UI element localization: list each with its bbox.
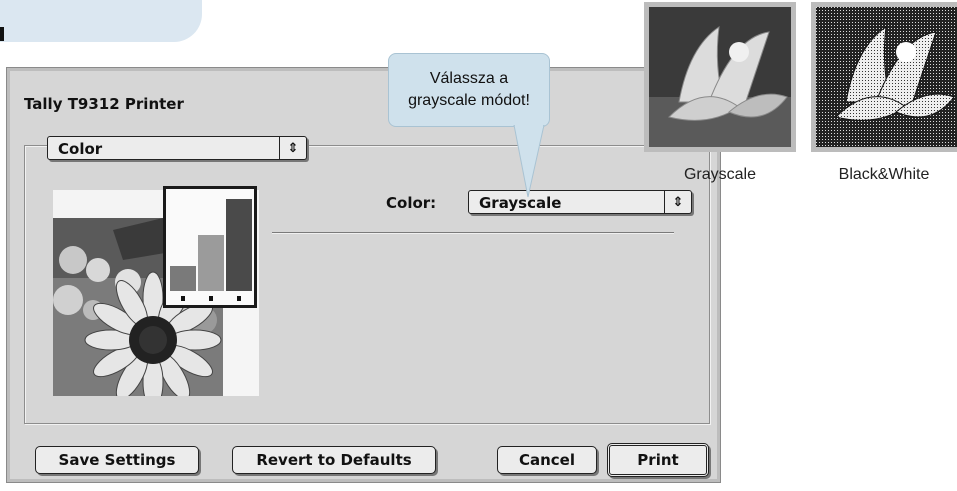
instruction-callout: Válassza a grayscale módot!: [388, 53, 550, 127]
callout-line-2: grayscale módot!: [408, 92, 530, 109]
dialog-title: Tally T9312 Printer: [24, 95, 184, 113]
lotus-image-bw: [816, 7, 957, 147]
separator-line: [272, 232, 674, 234]
histogram-overlay: [163, 186, 257, 308]
grayscale-sample-image: [644, 2, 796, 152]
histogram-tick: [181, 296, 185, 301]
histogram-bar: [198, 235, 224, 291]
print-label: Print: [637, 451, 679, 469]
callout-pointer: [513, 125, 545, 198]
callout-line-1: Válassza a: [429, 70, 509, 87]
background-mark: [0, 27, 4, 41]
cancel-label: Cancel: [518, 451, 575, 469]
panel-select-value: Color: [58, 140, 103, 158]
grayscale-caption: Grayscale: [683, 166, 757, 183]
histogram-tick: [209, 296, 213, 301]
up-down-arrows-icon: ⇕: [279, 137, 306, 159]
save-settings-label: Save Settings: [58, 451, 176, 469]
black-white-caption: Black&White: [838, 166, 930, 183]
color-label: Color:: [386, 194, 437, 212]
cancel-button[interactable]: Cancel: [497, 446, 597, 474]
lotus-image-grayscale: [649, 7, 791, 147]
black-white-sample-image: [811, 2, 957, 152]
background-tab-decoration: [0, 0, 202, 42]
histogram-bar: [170, 266, 196, 291]
print-button[interactable]: Print: [607, 443, 709, 477]
panel-select-popup[interactable]: Color ⇕: [47, 136, 307, 160]
revert-to-defaults-button[interactable]: Revert to Defaults: [232, 446, 436, 474]
histogram-bar: [226, 199, 252, 291]
histogram-tick: [237, 296, 241, 301]
revert-to-defaults-label: Revert to Defaults: [256, 451, 412, 469]
up-down-arrows-icon: ⇕: [664, 191, 691, 213]
save-settings-button[interactable]: Save Settings: [35, 446, 199, 474]
